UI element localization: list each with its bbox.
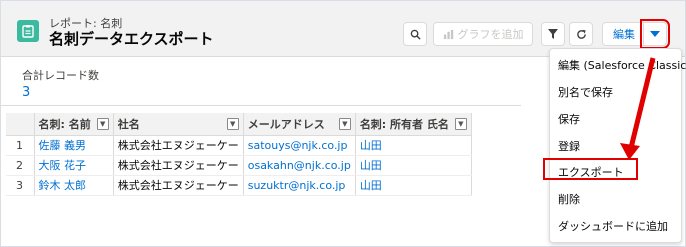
annotation-arrow xyxy=(620,57,656,160)
